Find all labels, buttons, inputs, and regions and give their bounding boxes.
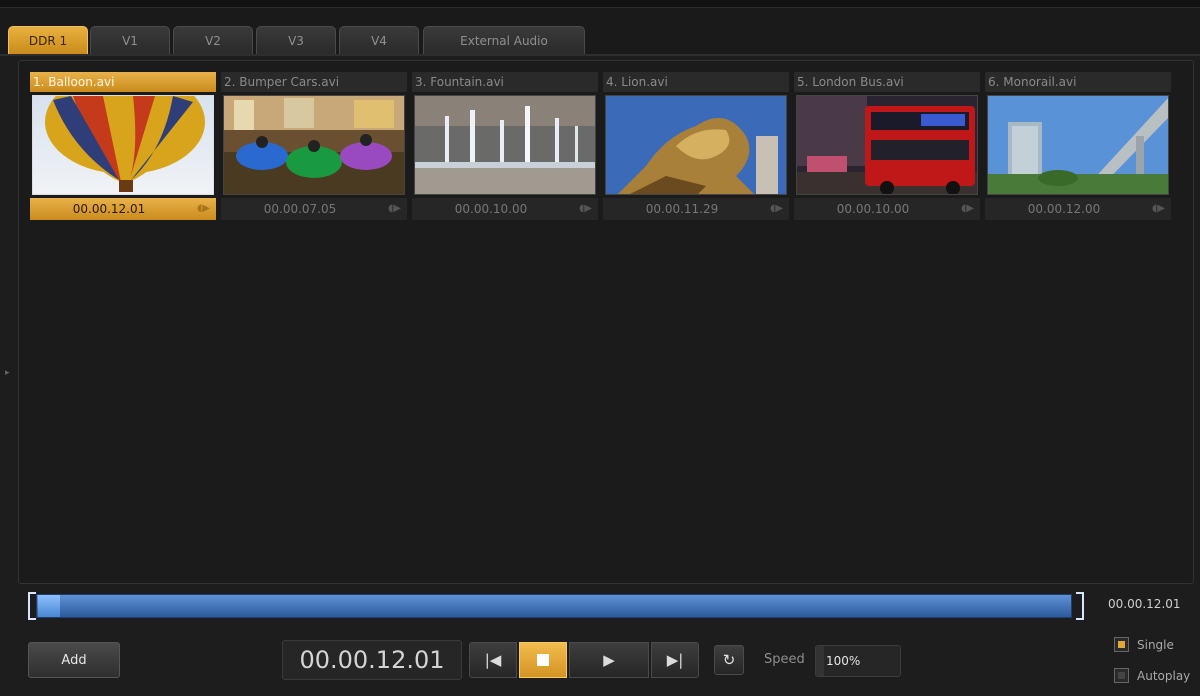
speed-label: Speed xyxy=(764,652,805,667)
play-small-icon[interactable]: ◖▶ xyxy=(1152,198,1165,220)
autoplay-checkbox[interactable] xyxy=(1114,668,1129,683)
clip-duration: 00.00.12.01 ◖▶ xyxy=(30,198,216,220)
tab-baseline xyxy=(0,54,1200,56)
timecode-display: 00.00.12.01 xyxy=(282,640,462,680)
autoplay-label: Autoplay xyxy=(1137,668,1191,683)
speed-value: 100% xyxy=(826,654,861,668)
clip-duration-text: 00.00.12.01 xyxy=(72,202,146,216)
scrub-bar[interactable] xyxy=(28,592,1084,620)
single-label: Single xyxy=(1137,637,1174,652)
clip-title: 4. Lion.avi xyxy=(603,72,789,92)
side-collapse-handle[interactable]: ▸ xyxy=(5,368,10,378)
clip-title: 1. Balloon.avi xyxy=(30,72,216,92)
clip-duration-text: 00.00.11.29 xyxy=(645,202,719,216)
scrub-handle[interactable] xyxy=(38,595,60,617)
play-small-icon[interactable]: ◖▶ xyxy=(770,198,783,220)
scrub-time: 00.00.12.01 xyxy=(1108,597,1181,611)
skip-back-button[interactable]: |◀ xyxy=(469,642,517,678)
play-small-icon[interactable]: ◖▶ xyxy=(579,198,592,220)
clip-title: 2. Bumper Cars.avi xyxy=(221,72,407,92)
clip-thumbnail-lion xyxy=(605,95,787,195)
skip-forward-button[interactable]: ▶| xyxy=(651,642,699,678)
clip-duration-text: 00.00.10.00 xyxy=(454,202,528,216)
clip-duration: 00.00.10.00 ◖▶ xyxy=(794,198,980,220)
clip-card[interactable]: 4. Lion.avi 00.00.11.29 ◖▶ xyxy=(603,72,789,222)
clip-duration: 00.00.12.00 ◖▶ xyxy=(985,198,1171,220)
play-small-icon[interactable]: ◖▶ xyxy=(197,198,210,220)
clip-thumbnail-bumper-cars xyxy=(223,95,405,195)
clip-card[interactable]: 3. Fountain.avi 00.00.10.00 ◖▶ xyxy=(412,72,598,222)
clip-title: 3. Fountain.avi xyxy=(412,72,598,92)
clip-card[interactable]: 5. London Bus.avi 00.00.10.00 ◖▶ xyxy=(794,72,980,222)
clip-duration: 00.00.11.29 ◖▶ xyxy=(603,198,789,220)
clip-title: 6. Monorail.avi xyxy=(985,72,1171,92)
clip-card[interactable]: 6. Monorail.avi 00.00.12.00 ◖▶ xyxy=(985,72,1171,222)
tab-v1[interactable]: V1 xyxy=(90,26,170,55)
clip-duration: 00.00.10.00 ◖▶ xyxy=(412,198,598,220)
clip-card[interactable]: 2. Bumper Cars.avi 00.00.07.05 ◖▶ xyxy=(221,72,407,222)
scrub-track[interactable] xyxy=(36,594,1072,618)
clip-thumbnail-balloon xyxy=(32,95,214,195)
tab-v2[interactable]: V2 xyxy=(173,26,253,55)
autoplay-option[interactable]: Autoplay xyxy=(1114,668,1190,683)
tab-external-audio[interactable]: External Audio xyxy=(423,26,585,55)
single-option[interactable]: Single xyxy=(1114,637,1174,652)
tab-bar: DDR 1 V1 V2 V3 V4 External Audio xyxy=(0,8,1200,56)
in-point-bracket[interactable] xyxy=(28,592,36,620)
out-point-bracket[interactable] xyxy=(1076,592,1084,620)
play-button[interactable]: ▶ xyxy=(569,642,649,678)
clip-thumbnail-london-bus xyxy=(796,95,978,195)
skip-forward-icon: ▶| xyxy=(666,651,684,669)
clip-duration-text: 00.00.12.00 xyxy=(1027,202,1101,216)
stop-icon xyxy=(537,654,549,666)
top-strip xyxy=(0,0,1200,8)
clip-duration-text: 00.00.07.05 xyxy=(263,202,337,216)
clip-thumbnail-fountain xyxy=(414,95,596,195)
tab-v3[interactable]: V3 xyxy=(256,26,336,55)
tab-v4[interactable]: V4 xyxy=(339,26,419,55)
speed-fill xyxy=(816,646,824,676)
clip-duration-text: 00.00.10.00 xyxy=(836,202,910,216)
speed-input[interactable]: 100% xyxy=(815,645,901,677)
tab-ddr1[interactable]: DDR 1 xyxy=(8,26,88,55)
clip-duration: 00.00.07.05 ◖▶ xyxy=(221,198,407,220)
add-button[interactable]: Add xyxy=(28,642,120,678)
stop-button[interactable] xyxy=(519,642,567,678)
clip-thumbnail-monorail xyxy=(987,95,1169,195)
play-icon: ▶ xyxy=(603,651,615,669)
clip-card[interactable]: 1. Balloon.avi 00.00.12.01 ◖▶ xyxy=(30,72,216,222)
skip-back-icon: |◀ xyxy=(484,651,502,669)
loop-icon: ↻ xyxy=(722,651,736,669)
play-small-icon[interactable]: ◖▶ xyxy=(388,198,401,220)
single-checkbox[interactable] xyxy=(1114,637,1129,652)
play-small-icon[interactable]: ◖▶ xyxy=(961,198,974,220)
clip-title: 5. London Bus.avi xyxy=(794,72,980,92)
loop-button[interactable]: ↻ xyxy=(714,645,744,675)
